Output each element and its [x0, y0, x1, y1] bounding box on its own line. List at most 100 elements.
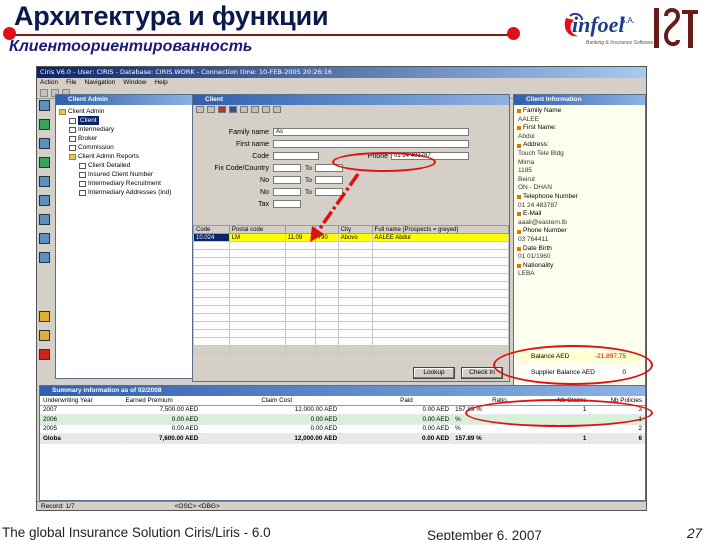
tree-item[interactable]: Intermediary [59, 125, 191, 134]
tree-item[interactable]: Insured Client Number [59, 170, 191, 179]
grid-cell[interactable] [337, 337, 373, 346]
menu-file[interactable]: File [66, 78, 76, 88]
grid-cell[interactable] [228, 265, 286, 274]
tools-icon[interactable] [39, 233, 50, 244]
grid-cell[interactable] [193, 297, 230, 306]
grid-cell[interactable] [193, 257, 230, 266]
grid-cell[interactable] [284, 337, 316, 346]
grid-cell[interactable] [314, 337, 339, 346]
table-row[interactable] [193, 257, 509, 266]
grid-cell[interactable] [371, 345, 509, 354]
table-row[interactable] [193, 321, 509, 330]
grid-cell[interactable] [228, 273, 286, 282]
grid-cell[interactable] [314, 257, 339, 266]
grid-cell[interactable] [228, 257, 286, 266]
grid-cell[interactable] [193, 249, 230, 258]
menu-help[interactable]: Help [154, 78, 167, 88]
grid-cell[interactable] [228, 249, 286, 258]
menu-navigation[interactable]: Navigation [85, 78, 116, 88]
admin-icon[interactable] [39, 214, 50, 225]
grid-cell[interactable] [193, 241, 230, 250]
reports-icon[interactable] [39, 195, 50, 206]
grid-cell[interactable] [371, 337, 509, 346]
grid-cell[interactable] [314, 297, 339, 306]
grid-cell[interactable] [337, 297, 373, 306]
save-icon[interactable] [229, 106, 237, 113]
family-name-field[interactable]: As [273, 128, 469, 136]
table-row[interactable] [193, 313, 509, 322]
grid-cell[interactable] [284, 305, 316, 314]
grid-cell[interactable] [371, 257, 509, 266]
grid-cell[interactable] [337, 249, 373, 258]
reinsurance-icon[interactable] [39, 176, 50, 187]
grid-cell[interactable] [228, 281, 286, 290]
column-header[interactable]: Postal code [228, 225, 286, 234]
grid-cell[interactable] [337, 329, 373, 338]
grid-cell[interactable]: LM [228, 233, 286, 242]
table-row[interactable] [193, 281, 509, 290]
grid-cell[interactable] [371, 305, 509, 314]
no-field[interactable] [273, 176, 301, 184]
grid-cell[interactable] [284, 321, 316, 330]
menu-window[interactable]: Window [123, 78, 146, 88]
tree-item[interactable]: Commission [59, 143, 191, 152]
grid-cell[interactable] [337, 321, 373, 330]
grid-cell[interactable] [337, 313, 373, 322]
grid-cell[interactable] [228, 305, 286, 314]
table-row[interactable] [193, 273, 509, 282]
next-icon[interactable] [273, 106, 281, 113]
grid-cell[interactable] [314, 265, 339, 274]
grid-cell[interactable]: 10.024 [193, 233, 230, 242]
grid-cell[interactable] [371, 273, 509, 282]
grid-cell[interactable] [314, 273, 339, 282]
phone-field[interactable]: 01 24 483787 [391, 152, 469, 160]
grid-cell[interactable] [371, 313, 509, 322]
table-row[interactable] [193, 337, 509, 346]
exit-icon[interactable] [39, 349, 50, 360]
grid-cell[interactable] [193, 345, 230, 354]
table-row[interactable] [193, 249, 509, 258]
toolbar-button[interactable] [40, 89, 48, 97]
grid-cell[interactable] [314, 313, 339, 322]
grid-cell[interactable] [193, 305, 230, 314]
open-icon[interactable] [207, 106, 215, 113]
grid-cell[interactable] [314, 289, 339, 298]
grid-cell[interactable] [193, 313, 230, 322]
client-icon[interactable] [39, 100, 50, 111]
grid-cell[interactable] [337, 257, 373, 266]
accounting-icon[interactable] [39, 157, 50, 168]
tree-item[interactable]: Client [59, 116, 191, 125]
grid-cell[interactable] [228, 337, 286, 346]
previous-icon[interactable] [262, 106, 270, 113]
grid-cell[interactable] [193, 289, 230, 298]
tree-item[interactable]: Intermediary Recruitment [59, 179, 191, 188]
grid-cell[interactable] [314, 321, 339, 330]
column-header[interactable]: Code [193, 225, 230, 234]
grid-cell[interactable] [193, 321, 230, 330]
grid-cell[interactable] [371, 329, 509, 338]
table-row[interactable] [193, 289, 509, 298]
check-in-button[interactable]: Check In [461, 367, 503, 379]
grid-cell[interactable] [284, 297, 316, 306]
claims-icon[interactable] [39, 138, 50, 149]
code-field[interactable] [273, 152, 319, 160]
grid-cell[interactable] [337, 281, 373, 290]
lookup-button[interactable]: Lookup [413, 367, 455, 379]
grid-cell[interactable] [228, 321, 286, 330]
grid-cell[interactable] [371, 289, 509, 298]
tree-item[interactable]: Client Admin Reports [59, 152, 191, 161]
grid-cell[interactable]: AALEE Abdul [371, 233, 509, 242]
fix-code-field[interactable] [273, 164, 301, 172]
tree-item[interactable]: Client Detailed [59, 161, 191, 170]
lock-icon[interactable] [39, 330, 50, 341]
no-field-2[interactable] [273, 188, 301, 196]
grid-cell[interactable] [337, 345, 373, 354]
policy-icon[interactable] [39, 119, 50, 130]
table-row[interactable] [193, 329, 509, 338]
grid-cell[interactable] [193, 337, 230, 346]
grid-cell[interactable] [371, 321, 509, 330]
table-row[interactable] [193, 305, 509, 314]
grid-cell[interactable] [284, 249, 316, 258]
grid-cell[interactable] [228, 241, 286, 250]
grid-cell[interactable] [337, 289, 373, 298]
